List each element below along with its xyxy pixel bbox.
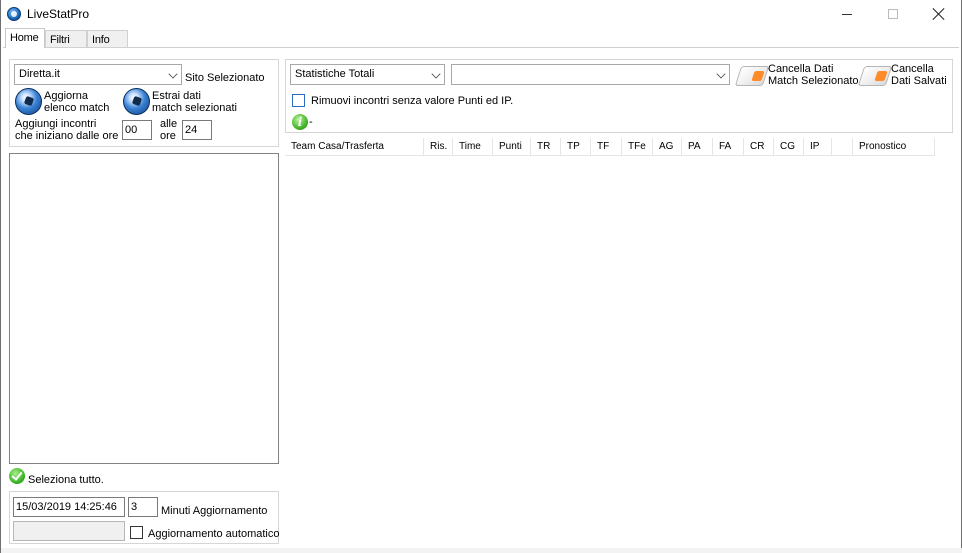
stats-select-value: Statistiche Totali: [295, 68, 375, 80]
chevron-down-icon: [716, 69, 726, 79]
column-header[interactable]: IP: [804, 138, 832, 156]
column-header[interactable]: [832, 138, 853, 156]
add-matches-label-line2: che iniziano dalle ore: [15, 130, 119, 142]
column-header[interactable]: FA: [713, 138, 744, 156]
title-bar[interactable]: LiveStatPro: [1, 0, 961, 28]
bottom-edge: [1, 548, 962, 553]
extract-data-icon[interactable]: [123, 88, 150, 115]
tab-info[interactable]: Info: [87, 30, 128, 48]
site-select-value: Diretta.it: [19, 68, 60, 80]
source-settings-group: Diretta.it Sito Selezionato Aggiorna ele…: [9, 59, 279, 147]
extract-data-button-line1[interactable]: Estrai dati: [152, 90, 201, 102]
stats-grid-header: Team Casa/Trasferta Ris. Time Punti TR T…: [285, 138, 935, 156]
clear-saved-icon[interactable]: [857, 66, 893, 86]
stats-settings-group: Statistiche Totali Cancella Dati Match S…: [285, 59, 953, 133]
update-settings-group: 15/03/2019 14:25:46 3 Minuti Aggiornamen…: [9, 491, 279, 544]
remove-matches-checkbox[interactable]: [292, 94, 305, 107]
refresh-matches-button-line2[interactable]: elenco match: [44, 102, 109, 114]
minutes-label: Minuti Aggiornamento: [161, 505, 268, 517]
site-select[interactable]: Diretta.it: [14, 64, 182, 85]
refresh-matches-icon[interactable]: [15, 88, 42, 115]
column-header[interactable]: TR: [531, 138, 561, 156]
column-header[interactable]: CG: [774, 138, 804, 156]
column-header[interactable]: Team Casa/Trasferta: [285, 138, 424, 156]
column-header[interactable]: TFe: [622, 138, 653, 156]
tab-filtri[interactable]: Filtri: [45, 30, 87, 48]
auto-update-checkbox[interactable]: [130, 526, 143, 539]
column-header[interactable]: Ris.: [424, 138, 453, 156]
clear-selected-icon[interactable]: [734, 66, 770, 86]
column-header[interactable]: AG: [653, 138, 682, 156]
main-window: LiveStatPro Home Filtri Info Diretta.it …: [0, 0, 962, 553]
column-header[interactable]: Punti: [493, 138, 531, 156]
clear-saved-button-line2[interactable]: Dati Salvati: [891, 75, 947, 87]
minutes-input[interactable]: 3: [128, 497, 158, 517]
stats-select[interactable]: Statistiche Totali: [290, 64, 445, 85]
column-header[interactable]: Time: [453, 138, 493, 156]
to-label-line2: ore: [160, 130, 176, 142]
from-hour-input[interactable]: 00: [122, 120, 152, 140]
progress-field: [13, 521, 125, 541]
add-matches-label-line1: Aggiungi incontri: [15, 118, 97, 130]
info-suffix: -: [309, 116, 313, 128]
chevron-down-icon: [431, 69, 441, 79]
column-header[interactable]: CR: [744, 138, 774, 156]
clear-saved-button-line1[interactable]: Cancella: [891, 63, 934, 75]
remove-matches-label[interactable]: Rimuovi incontri senza valore Punti ed I…: [311, 95, 513, 107]
column-header[interactable]: Pronostico: [853, 138, 935, 156]
close-icon: [933, 8, 945, 20]
maximize-icon: [888, 9, 898, 19]
to-label-line1: alle: [160, 118, 178, 130]
column-header[interactable]: TF: [591, 138, 622, 156]
select-all-label[interactable]: Seleziona tutto.: [28, 474, 104, 486]
match-filter-select[interactable]: [451, 64, 730, 85]
auto-update-label[interactable]: Aggiornamento automatico: [148, 528, 279, 540]
close-button[interactable]: [916, 0, 962, 28]
clear-selected-button-line2[interactable]: Match Selezionato: [768, 75, 859, 87]
minimize-icon: [842, 13, 852, 15]
chevron-down-icon: [168, 69, 178, 79]
window-title: LiveStatPro: [27, 7, 90, 21]
app-logo-icon: [7, 7, 21, 21]
tab-home[interactable]: Home: [5, 28, 45, 48]
column-header[interactable]: PA: [682, 138, 713, 156]
maximize-button[interactable]: [870, 0, 916, 28]
extract-data-button-line2[interactable]: match selezionati: [152, 102, 237, 114]
match-list[interactable]: [9, 153, 279, 464]
refresh-matches-button-line1[interactable]: Aggiorna: [44, 90, 88, 102]
tab-divider: [3, 47, 959, 48]
select-all-icon[interactable]: [9, 468, 25, 484]
minimize-button[interactable]: [824, 0, 870, 28]
to-hour-input[interactable]: 24: [182, 120, 212, 140]
site-label: Sito Selezionato: [185, 72, 265, 84]
datetime-field[interactable]: 15/03/2019 14:25:46: [13, 497, 125, 517]
clear-selected-button-line1[interactable]: Cancella Dati: [768, 63, 833, 75]
info-icon[interactable]: i: [292, 114, 308, 130]
column-header[interactable]: TP: [561, 138, 591, 156]
